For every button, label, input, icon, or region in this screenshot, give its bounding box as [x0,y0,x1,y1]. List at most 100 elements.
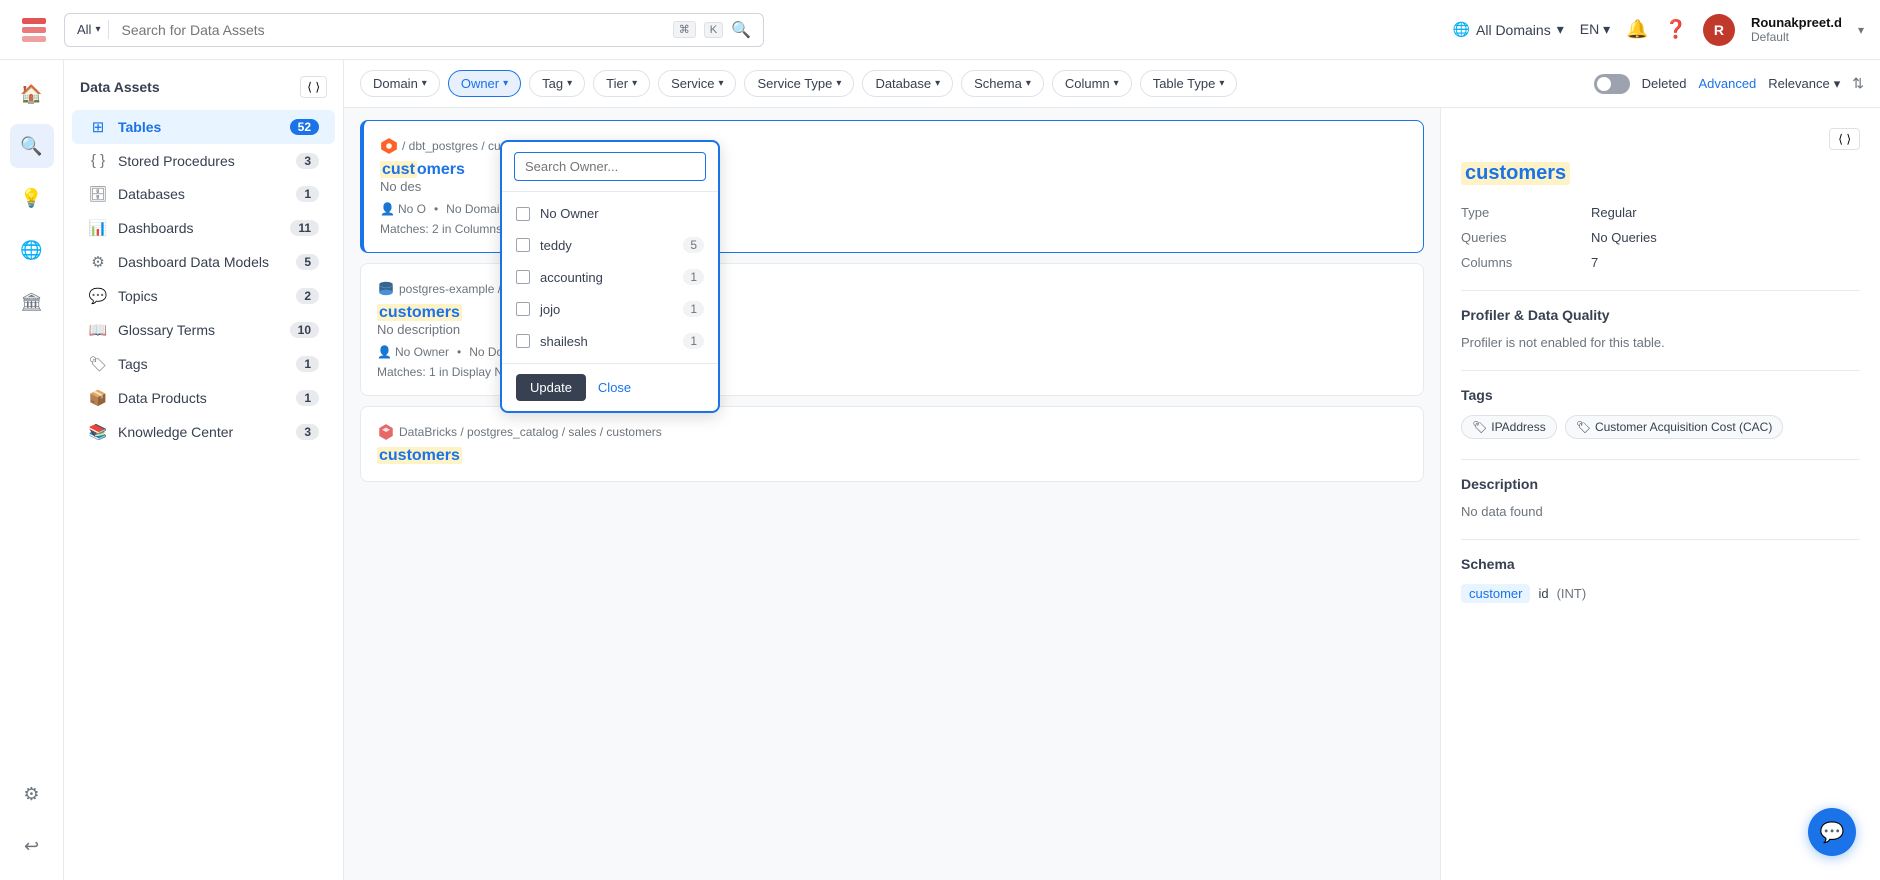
panel-title: customers [1461,162,1570,185]
chat-fab[interactable]: 💬 [1808,808,1856,856]
nav-sidebar-header: Data Assets ⟨ ⟩ [64,76,343,110]
sidebar-icon-globe[interactable]: 🌐 [10,228,54,272]
panel-type-row: Type Regular [1461,205,1860,220]
owner-actions: Update Close [502,363,718,411]
owner-search-container [502,142,718,192]
filter-owner-btn[interactable]: Owner ▾ [448,70,521,97]
filter-right: Deleted Advanced Relevance ▾ ⇅ [1594,74,1864,94]
database-chevron-icon: ▾ [935,78,940,89]
owner-update-btn[interactable]: Update [516,374,586,401]
filter-database-btn[interactable]: Database ▾ [862,70,953,97]
topics-icon: 💬 [88,287,108,305]
sidebar-icon-insights[interactable]: 💡 [10,176,54,220]
user-info: Rounakpreet.d Default [1751,15,1842,44]
panel-toggle: ⟨ ⟩ [1461,128,1860,150]
sidebar-item-glossary-terms[interactable]: 📖 Glossary Terms 10 [72,313,335,347]
owner-item-shailesh[interactable]: shailesh 1 [502,325,718,357]
sidebar-item-data-products[interactable]: 📦 Data Products 1 [72,381,335,415]
service-chevron-icon: ▾ [718,78,723,89]
advanced-btn[interactable]: Advanced [1698,76,1756,91]
filter-schema-btn[interactable]: Schema ▾ [961,70,1044,97]
logo[interactable] [16,12,52,48]
language-selector[interactable]: EN ▾ [1580,21,1610,38]
owner-item-no-owner[interactable]: No Owner [502,198,718,229]
owner-item-jojo[interactable]: jojo 1 [502,293,718,325]
content-area: Domain ▾ Owner ▾ Tag ▾ Tier ▾ Service ▾ … [344,60,1880,880]
panel-details-section: Type Regular Queries No Queries Columns … [1461,205,1860,270]
help-icon[interactable]: ❓ [1665,19,1687,40]
filter-bar: Domain ▾ Owner ▾ Tag ▾ Tier ▾ Service ▾ … [344,60,1880,108]
sidebar-item-knowledge-center[interactable]: 📚 Knowledge Center 3 [72,415,335,449]
tables-icon: ⊞ [88,118,108,136]
result-card-3[interactable]: DataBricks / postgres_catalog / sales / … [360,406,1424,482]
sidebar-icon-home[interactable]: 🏠 [10,72,54,116]
tag-chip-cac[interactable]: 🏷 Customer Acquisition Cost (CAC) [1565,415,1784,439]
owner-checkbox-teddy[interactable] [516,238,530,252]
sidebar-icon-logout[interactable]: ↩ [10,824,54,868]
filter-service-btn[interactable]: Service ▾ [658,70,736,97]
panel-toggle-btn[interactable]: ⟨ ⟩ [1829,128,1860,150]
owner-checkbox-no-owner[interactable] [516,207,530,221]
panel-description-section: Description No data found [1461,476,1860,519]
top-nav: All ▾ ⌘ K 🔍 🌐 All Domains ▾ EN ▾ 🔔 ❓ R R… [0,0,1880,60]
card3-breadcrumb: DataBricks / postgres_catalog / sales / … [377,423,1407,441]
search-bar[interactable]: All ▾ ⌘ K 🔍 [64,13,764,47]
filter-column-btn[interactable]: Column ▾ [1052,70,1132,97]
globe-icon: 🌐 [1453,21,1470,38]
owner-close-btn[interactable]: Close [598,380,631,395]
search-input[interactable] [121,22,664,38]
filter-table-type-btn[interactable]: Table Type ▾ [1140,70,1238,97]
owner-search-input[interactable] [514,152,706,181]
owner-checkbox-accounting[interactable] [516,270,530,284]
notifications-icon[interactable]: 🔔 [1626,19,1648,40]
nav-sidebar: Data Assets ⟨ ⟩ ⊞ Tables 52 { } Stored P… [64,60,344,880]
panel-tags-section: Tags 🏷 IPAddress 🏷 Customer Acquisition … [1461,387,1860,439]
owner-checkbox-shailesh[interactable] [516,334,530,348]
relevance-btn[interactable]: Relevance ▾ [1768,76,1840,92]
tag-chevron-icon: ▾ [567,78,572,89]
domain-selector[interactable]: 🌐 All Domains ▾ [1453,21,1564,38]
sidebar-item-tags[interactable]: 🏷 Tags 1 [72,347,335,381]
filter-domain-btn[interactable]: Domain ▾ [360,70,440,97]
owner-checkbox-jojo[interactable] [516,302,530,316]
filter-tier-btn[interactable]: Tier ▾ [593,70,650,97]
sidebar-item-stored-procedures[interactable]: { } Stored Procedures 3 [72,144,335,177]
sidebar-item-dashboards[interactable]: 📊 Dashboards 11 [72,211,335,245]
owner-item-teddy[interactable]: teddy 5 [502,229,718,261]
search-icon[interactable]: 🔍 [731,20,751,40]
panel-divider-2 [1461,370,1860,371]
dbt-icon [380,137,398,155]
tag-chip-ipaddress[interactable]: 🏷 IPAddress [1461,415,1557,439]
sidebar-item-topics[interactable]: 💬 Topics 2 [72,279,335,313]
card3-title: customers [377,447,1407,465]
owner-item-accounting[interactable]: accounting 1 [502,261,718,293]
panel-divider-1 [1461,290,1860,291]
panel-profiler-section: Profiler & Data Quality Profiler is not … [1461,307,1860,350]
data-products-icon: 📦 [88,389,108,407]
main-layout: 🏠 🔍 💡 🌐 🏛 ⚙ ↩ Data Assets ⟨ ⟩ ⊞ Tables 5… [0,60,1880,880]
sidebar-item-tables[interactable]: ⊞ Tables 52 [72,110,335,144]
sidebar-toggle-btn[interactable]: ⟨ ⟩ [300,76,327,98]
tier-chevron-icon: ▾ [632,78,637,89]
search-filter-btn[interactable]: All ▾ [77,20,109,39]
postgres-icon [377,280,395,298]
filter-tag-btn[interactable]: Tag ▾ [529,70,585,97]
results-layout: No Owner teddy 5 accounting [344,108,1880,880]
icon-sidebar: 🏠 🔍 💡 🌐 🏛 ⚙ ↩ [0,60,64,880]
deleted-toggle[interactable] [1594,74,1630,94]
sidebar-icon-explore[interactable]: 🔍 [10,124,54,168]
service-type-chevron-icon: ▾ [836,78,841,89]
avatar[interactable]: R [1703,14,1735,46]
sidebar-icon-settings[interactable]: ⚙ [10,772,54,816]
sidebar-item-dashboard-data-models[interactable]: ⚙ Dashboard Data Models 5 [72,245,335,279]
owner-list: No Owner teddy 5 accounting [502,192,718,363]
table-type-chevron-icon: ▾ [1219,78,1224,89]
stored-procedures-icon: { } [88,152,108,169]
databases-icon: 🗄 [88,185,108,203]
user-chevron-icon[interactable]: ▾ [1858,23,1864,37]
sidebar-icon-lineage[interactable]: 🏛 [10,280,54,324]
sidebar-item-databases[interactable]: 🗄 Databases 1 [72,177,335,211]
filter-service-type-btn[interactable]: Service Type ▾ [744,70,854,97]
tag-icon-1: 🏷 [1472,420,1487,434]
sort-icon[interactable]: ⇅ [1852,75,1864,92]
